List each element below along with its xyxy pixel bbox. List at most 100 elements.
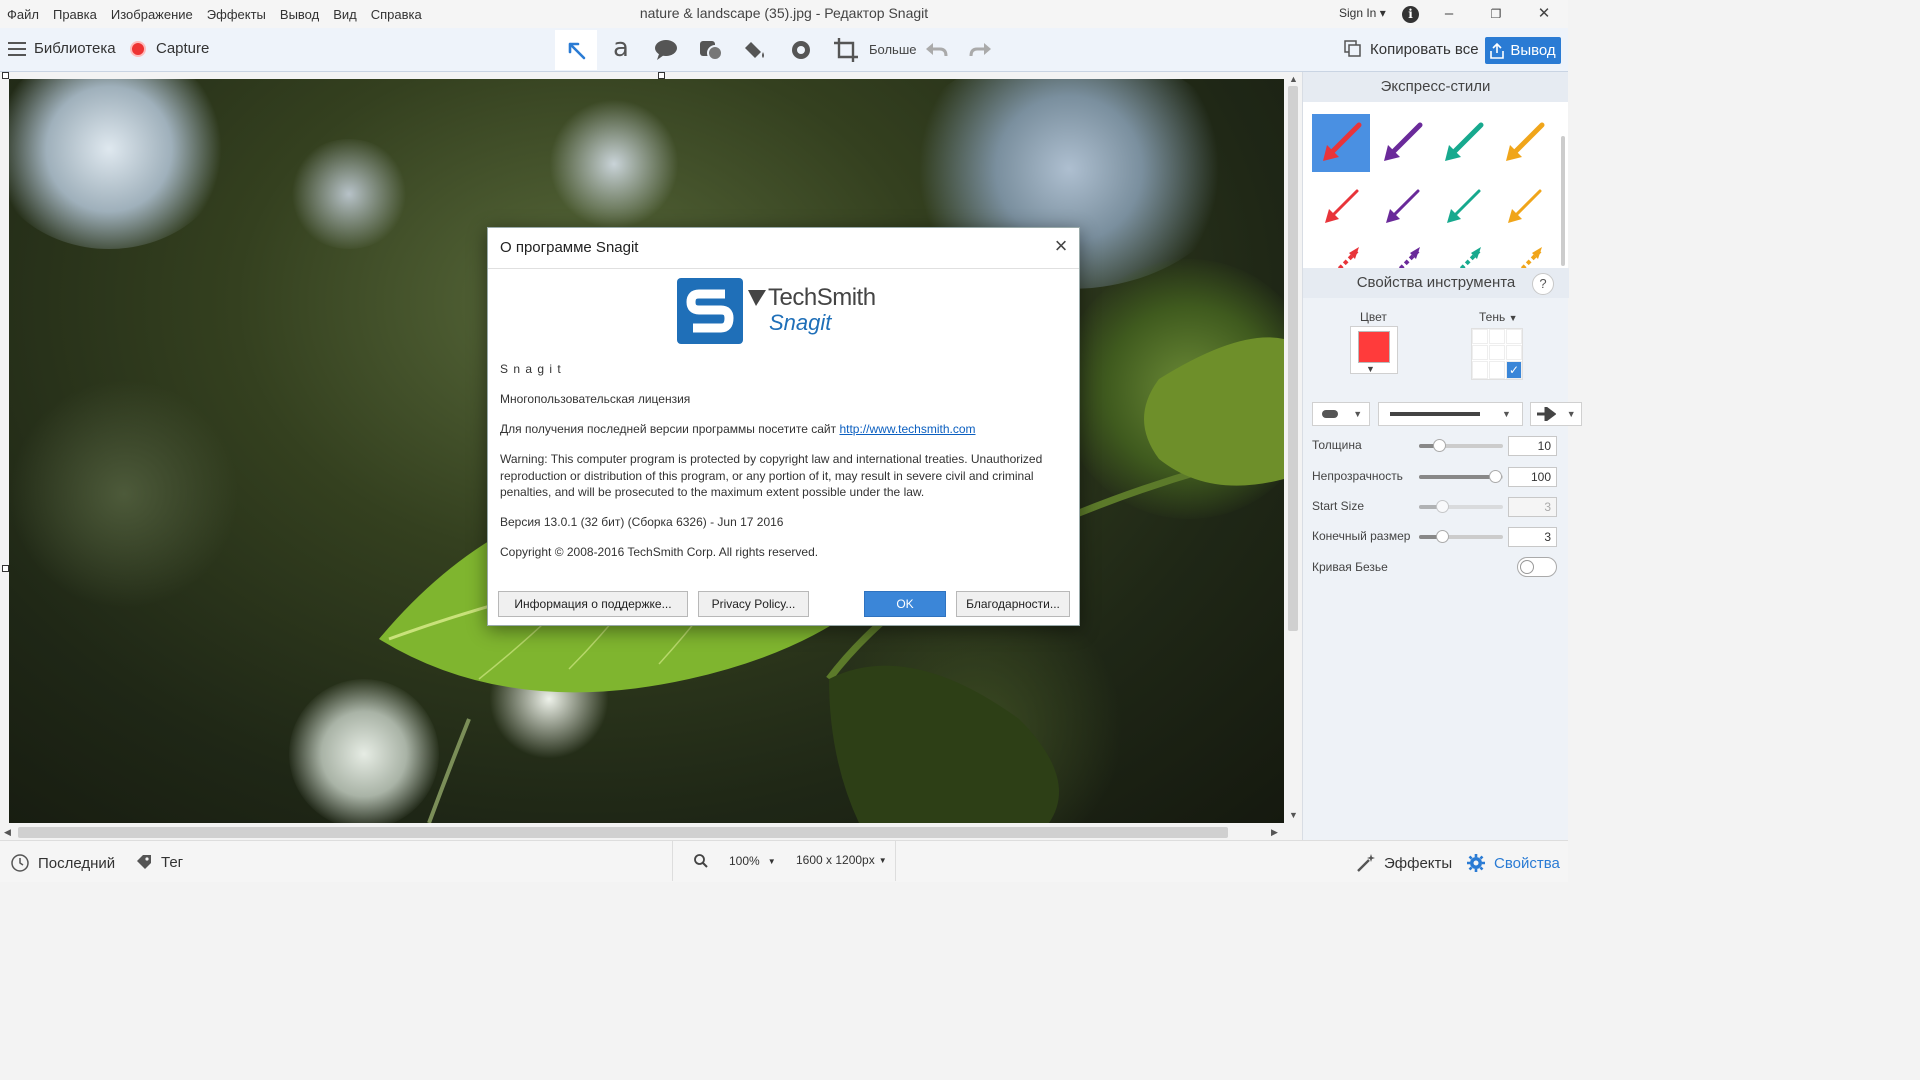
thanks-button[interactable]: Благодарности...	[956, 591, 1070, 617]
start-size-input[interactable]: 3	[1508, 497, 1557, 517]
shadow-cell[interactable]	[1489, 329, 1505, 344]
callout-tool[interactable]	[645, 30, 687, 70]
recent-button[interactable]: Последний	[10, 853, 115, 873]
privacy-policy-button[interactable]: Privacy Policy...	[698, 591, 809, 617]
techsmith-link[interactable]: http://www.techsmith.com	[839, 422, 975, 436]
opacity-slider-knob[interactable]	[1489, 470, 1502, 483]
menu-image[interactable]: Изображение	[104, 7, 200, 22]
arrow-end-dropdown[interactable]: ▼	[1530, 402, 1582, 426]
arrow-icon	[1398, 247, 1420, 268]
text-tool[interactable]: a	[600, 30, 642, 70]
stamp-tool[interactable]	[780, 30, 822, 70]
tag-button[interactable]: Тег	[135, 853, 183, 871]
license-text: Многопользовательская лицензия	[500, 392, 691, 406]
styles-scrollbar[interactable]	[1561, 132, 1567, 267]
end-size-slider-knob[interactable]	[1436, 530, 1449, 543]
shadow-cell[interactable]	[1489, 361, 1505, 379]
vertical-scrollbar[interactable]: ▲ ▼	[1286, 72, 1300, 824]
chevron-down-icon: ▼	[1566, 409, 1576, 419]
scroll-left-icon[interactable]: ◀	[4, 827, 11, 838]
warning-text: Warning: This computer program is protec…	[500, 452, 1043, 499]
capture-button[interactable]: Capture	[130, 40, 209, 57]
dimensions-dropdown[interactable]: 1600 x 1200px ▼	[796, 853, 887, 867]
scroll-down-icon[interactable]: ▼	[1289, 810, 1298, 820]
color-swatch[interactable]	[1358, 331, 1390, 363]
start-size-slider[interactable]	[1419, 500, 1503, 513]
line-cap-dropdown[interactable]: ▼	[1312, 402, 1370, 426]
library-button[interactable]: Библиотека	[8, 40, 116, 57]
quick-style-red-dashed[interactable]	[1312, 238, 1370, 268]
horizontal-scrollbar[interactable]: ◀ ▶	[0, 824, 1286, 840]
shadow-cell[interactable]	[1472, 361, 1488, 379]
quick-style-orange-arrow[interactable]	[1495, 114, 1553, 172]
thickness-slider-knob[interactable]	[1433, 439, 1446, 452]
properties-button[interactable]: Свойства	[1466, 853, 1560, 873]
crop-tool[interactable]	[825, 30, 867, 70]
restore-button[interactable]: ❐	[1481, 4, 1511, 24]
copyright-text: Copyright © 2008-2016 TechSmith Corp. Al…	[500, 545, 819, 559]
shadow-cell[interactable]	[1506, 329, 1522, 344]
resize-handle-top-left[interactable]	[2, 72, 9, 79]
quick-style-teal-arrow[interactable]	[1434, 114, 1492, 172]
redo-button[interactable]	[960, 30, 1002, 70]
shadow-cell[interactable]	[1472, 329, 1488, 344]
support-info-button[interactable]: Информация о поддержке...	[498, 591, 688, 617]
close-window-button[interactable]: ✕	[1529, 4, 1559, 24]
crop-icon	[834, 38, 858, 62]
close-icon[interactable]: ×	[1051, 235, 1071, 257]
resize-handle-top[interactable]	[658, 72, 665, 79]
copy-all-button[interactable]: Копировать все	[1344, 40, 1479, 58]
line-cap-icon	[1321, 410, 1338, 418]
undo-button[interactable]	[915, 30, 957, 70]
effects-button[interactable]: Эффекты	[1356, 853, 1452, 873]
scroll-right-icon[interactable]: ▶	[1271, 827, 1278, 838]
bezier-toggle[interactable]	[1517, 557, 1557, 577]
shadow-dropdown[interactable]: Тень ▼	[1479, 310, 1517, 324]
chevron-down-icon[interactable]: ▼	[1366, 364, 1375, 374]
share-button[interactable]: Вывод	[1485, 37, 1561, 64]
menu-share[interactable]: Вывод	[273, 7, 326, 22]
thickness-input[interactable]: 10	[1508, 436, 1557, 456]
menu-effects[interactable]: Эффекты	[200, 7, 273, 22]
checkmark-icon[interactable]: ✓	[1506, 361, 1522, 379]
quick-style-teal-arrow-2[interactable]	[1434, 178, 1492, 236]
menu-file[interactable]: Файл	[0, 7, 46, 22]
quick-style-orange-dashed[interactable]	[1495, 238, 1553, 268]
menu-help[interactable]: Справка	[364, 7, 429, 22]
fill-tool[interactable]	[735, 30, 777, 70]
quick-style-purple-arrow-2[interactable]	[1373, 178, 1431, 236]
quick-style-purple-arrow[interactable]	[1373, 114, 1431, 172]
ok-button[interactable]: OK	[864, 591, 946, 617]
vertical-scroll-thumb[interactable]	[1288, 86, 1298, 631]
scroll-up-icon[interactable]: ▲	[1289, 74, 1298, 84]
thickness-slider[interactable]	[1419, 439, 1503, 452]
opacity-slider[interactable]	[1419, 470, 1503, 483]
quick-style-red-arrow[interactable]	[1312, 114, 1370, 172]
menu-edit[interactable]: Правка	[46, 7, 104, 22]
resize-handle-left[interactable]	[2, 565, 9, 572]
product-name: S n a g i t	[500, 362, 562, 376]
shadow-cell[interactable]	[1472, 345, 1488, 360]
quick-style-teal-dashed[interactable]	[1434, 238, 1492, 268]
quick-style-orange-arrow-2[interactable]	[1495, 178, 1553, 236]
shape-tool[interactable]	[690, 30, 732, 70]
end-size-slider[interactable]	[1419, 530, 1503, 543]
menu-view[interactable]: Вид	[326, 7, 364, 22]
sign-in-button[interactable]: Sign In ▾	[1339, 6, 1386, 20]
arrow-tool[interactable]	[555, 30, 597, 70]
info-icon[interactable]: i	[1402, 6, 1419, 23]
end-size-input[interactable]: 3	[1508, 527, 1557, 547]
quick-style-red-arrow-2[interactable]	[1312, 178, 1370, 236]
shadow-cell[interactable]	[1489, 345, 1505, 360]
horizontal-scroll-thumb[interactable]	[18, 827, 1228, 838]
start-size-slider-knob[interactable]	[1436, 500, 1449, 513]
minimize-button[interactable]: –	[1434, 4, 1464, 24]
more-tools-button[interactable]: Больше	[869, 42, 917, 57]
zoom-dropdown[interactable]: 100% ▼	[693, 853, 776, 869]
quick-style-purple-dashed[interactable]	[1373, 238, 1431, 268]
help-icon[interactable]: ?	[1532, 273, 1554, 295]
shadow-direction-grid[interactable]: ✓	[1471, 328, 1523, 380]
opacity-input[interactable]: 100	[1508, 467, 1557, 487]
shadow-cell[interactable]	[1506, 345, 1522, 360]
line-style-dropdown[interactable]: ▼	[1378, 402, 1523, 426]
